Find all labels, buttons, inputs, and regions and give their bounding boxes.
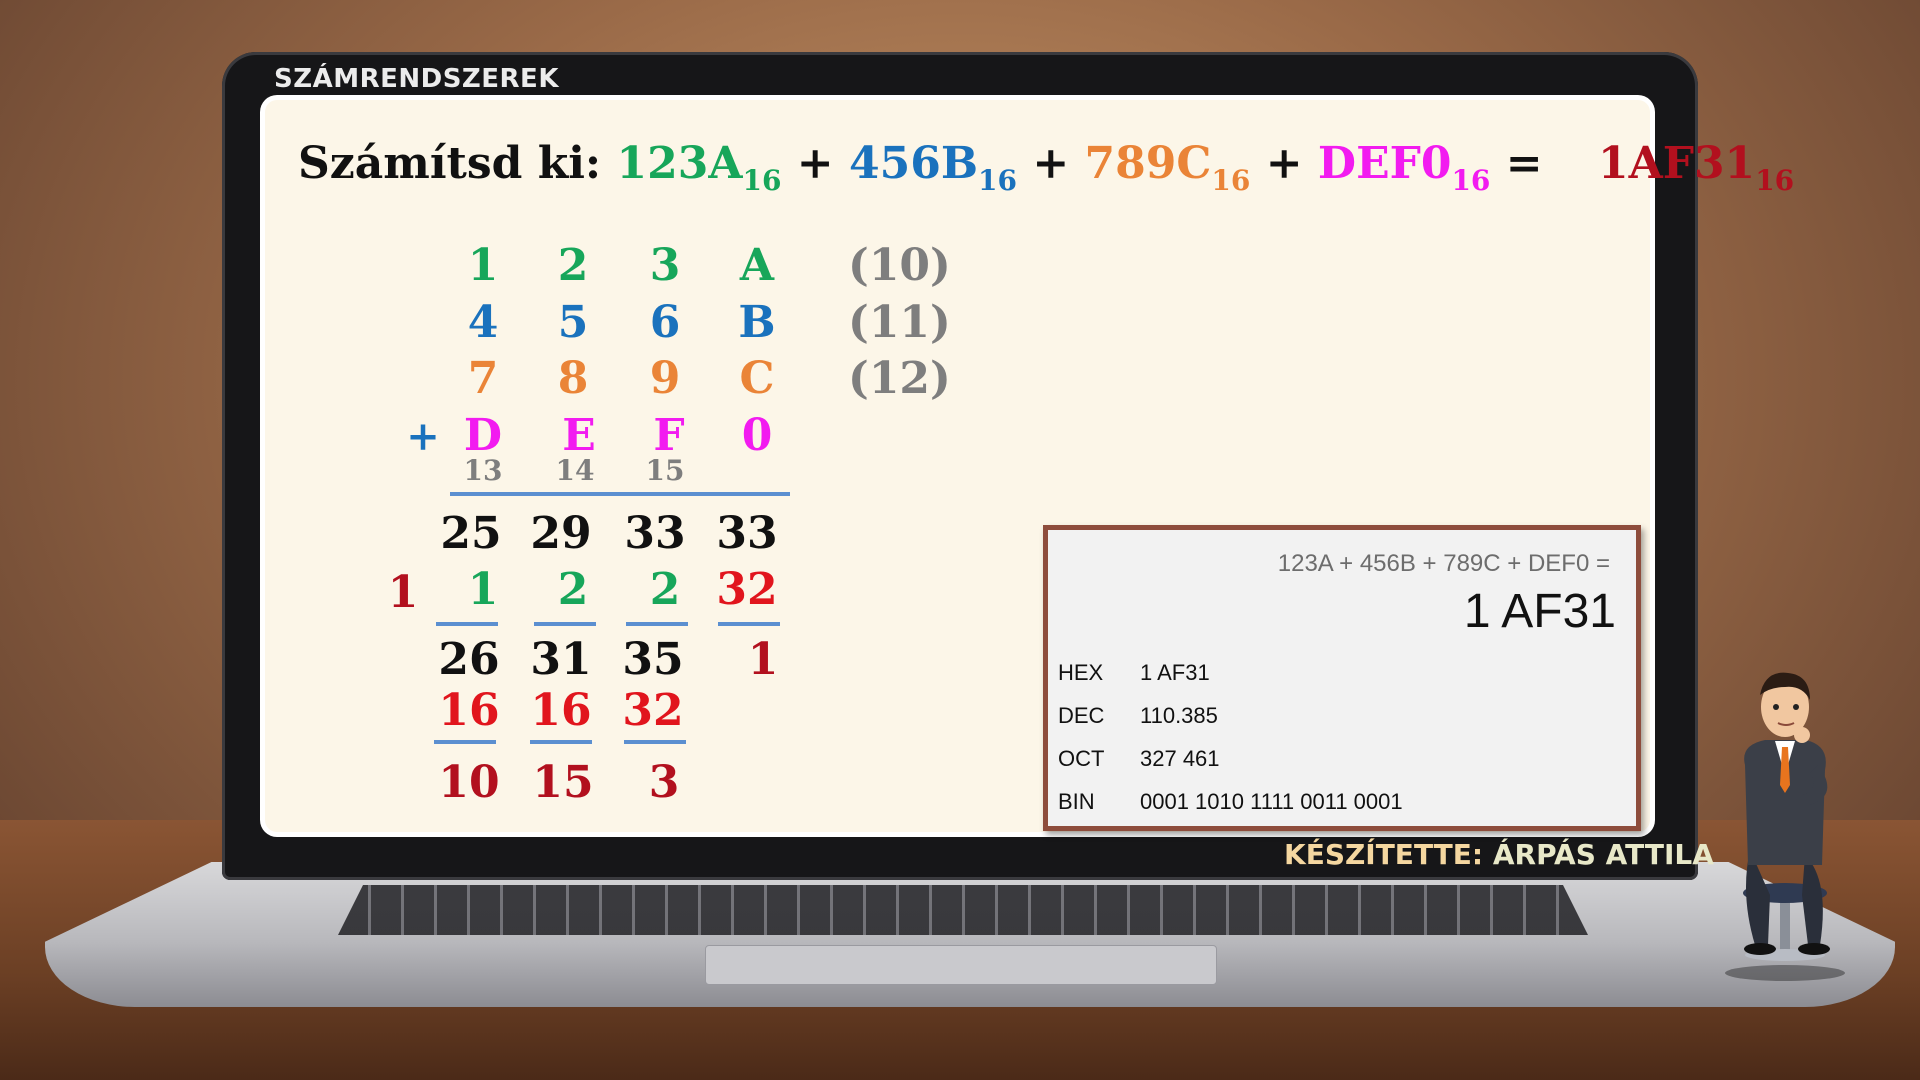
calculator-row-oct: OCT 327 461 <box>1058 746 1220 772</box>
term-1: 123A16 <box>616 138 782 197</box>
hex-value-hint: (10) <box>848 240 951 291</box>
row1-digit: 1 <box>467 240 499 291</box>
calculator-value: 0001 1010 1111 0011 0001 <box>1140 789 1403 814</box>
remainder-rule <box>624 740 686 744</box>
row3-digit: 8 <box>557 353 589 404</box>
row2-digit: 5 <box>557 297 589 348</box>
subtotal: 31 <box>530 634 592 685</box>
subtotal: 26 <box>438 634 500 685</box>
column-sum: 29 <box>530 508 592 559</box>
row4-digit: F <box>653 410 685 461</box>
row2-digit: 4 <box>467 297 499 348</box>
carry-lead: 1 <box>387 567 419 618</box>
column-sum: 33 <box>624 508 686 559</box>
remainder: 3 <box>648 757 680 808</box>
subtotal-rule <box>534 622 596 626</box>
businessman-thinking-icon <box>1725 672 1845 981</box>
subtotal: 35 <box>622 634 684 685</box>
subtotal-rule <box>718 622 780 626</box>
subtract-value: 16 <box>438 685 500 736</box>
sum-rule <box>450 492 790 496</box>
problem-prefix: Számítsd ki: <box>298 138 602 189</box>
decimal-hint: 15 <box>645 454 685 487</box>
calculator-expression: 123A + 456B + 789C + DEF0 = <box>1277 550 1610 577</box>
term-4: DEF016 <box>1317 138 1491 197</box>
row1-digit: 2 <box>557 240 589 291</box>
decimal-hint: 13 <box>463 454 503 487</box>
laptop-keyboard <box>338 885 1588 935</box>
equals-sign: = <box>1505 138 1543 189</box>
row4-digit: E <box>562 410 596 461</box>
calculator-row-hex: HEX 1 AF31 <box>1058 660 1210 686</box>
hex-value-hint: (11) <box>848 297 951 348</box>
calculator-result: 1 AF31 <box>1463 585 1616 638</box>
calculator-label: DEC <box>1058 703 1105 728</box>
calculator-label: BIN <box>1058 789 1095 814</box>
remainder: 15 <box>532 757 594 808</box>
column-sum: 33 <box>716 508 778 559</box>
subtotal-rule <box>626 622 688 626</box>
page-title: SZÁMRENDSZEREK <box>274 64 559 94</box>
hex-value-hint: (12) <box>848 353 951 404</box>
row4-digit: D <box>463 410 503 461</box>
row1-digit: 3 <box>649 240 681 291</box>
plus-sign: + <box>1265 138 1303 189</box>
row4-digit: 0 <box>741 410 773 461</box>
remainder: 10 <box>438 757 500 808</box>
decimal-hint: 14 <box>555 454 595 487</box>
problem-result: 1AF3116 <box>1597 138 1795 197</box>
row3-digit: 7 <box>467 353 499 404</box>
carry-digit: 1 <box>467 564 499 615</box>
row3-digit: 9 <box>649 353 681 404</box>
plus-sign: + <box>1032 138 1070 189</box>
term-2: 456B16 <box>848 138 1017 197</box>
calculator-value: 1 AF31 <box>1140 660 1210 685</box>
calculator-label: OCT <box>1058 746 1105 771</box>
author-name: ÁRPÁS ATTILA <box>1492 838 1714 871</box>
calculator-value: 327 461 <box>1140 746 1220 771</box>
laptop-touchpad <box>705 945 1217 985</box>
subtract-value: 32 <box>622 685 684 736</box>
plus-sign: + <box>796 138 834 189</box>
calculator-row-dec: DEC 110.385 <box>1058 703 1218 729</box>
subtotal-rule <box>436 622 498 626</box>
calculator-value: 110.385 <box>1140 703 1218 728</box>
row2-digit: 6 <box>649 297 681 348</box>
row2-digit: B <box>738 297 776 348</box>
remainder-rule <box>434 740 496 744</box>
column-sum: 25 <box>440 508 502 559</box>
subtotal: 1 <box>747 634 779 685</box>
row1-digit: A <box>739 240 775 291</box>
calculator-label: HEX <box>1058 660 1104 685</box>
calculator-panel: 123A + 456B + 789C + DEF0 = 1 AF31 HEX 1 … <box>1043 525 1641 831</box>
author-credit: KÉSZÍTETTE: ÁRPÁS ATTILA <box>1284 838 1714 871</box>
carry-digit: 32 <box>716 564 778 615</box>
problem-statement: Számítsd ki: 123A16 + 456B16 + 789C16 + … <box>298 138 1794 197</box>
author-label: KÉSZÍTETTE: <box>1284 838 1484 871</box>
carry-digit: 2 <box>557 564 589 615</box>
remainder-rule <box>530 740 592 744</box>
term-3: 789C16 <box>1084 138 1251 197</box>
subtract-value: 16 <box>530 685 592 736</box>
row3-digit: C <box>739 353 775 404</box>
calculator-row-bin: BIN 0001 1010 1111 0011 0001 <box>1058 789 1403 815</box>
carry-digit: 2 <box>649 564 681 615</box>
